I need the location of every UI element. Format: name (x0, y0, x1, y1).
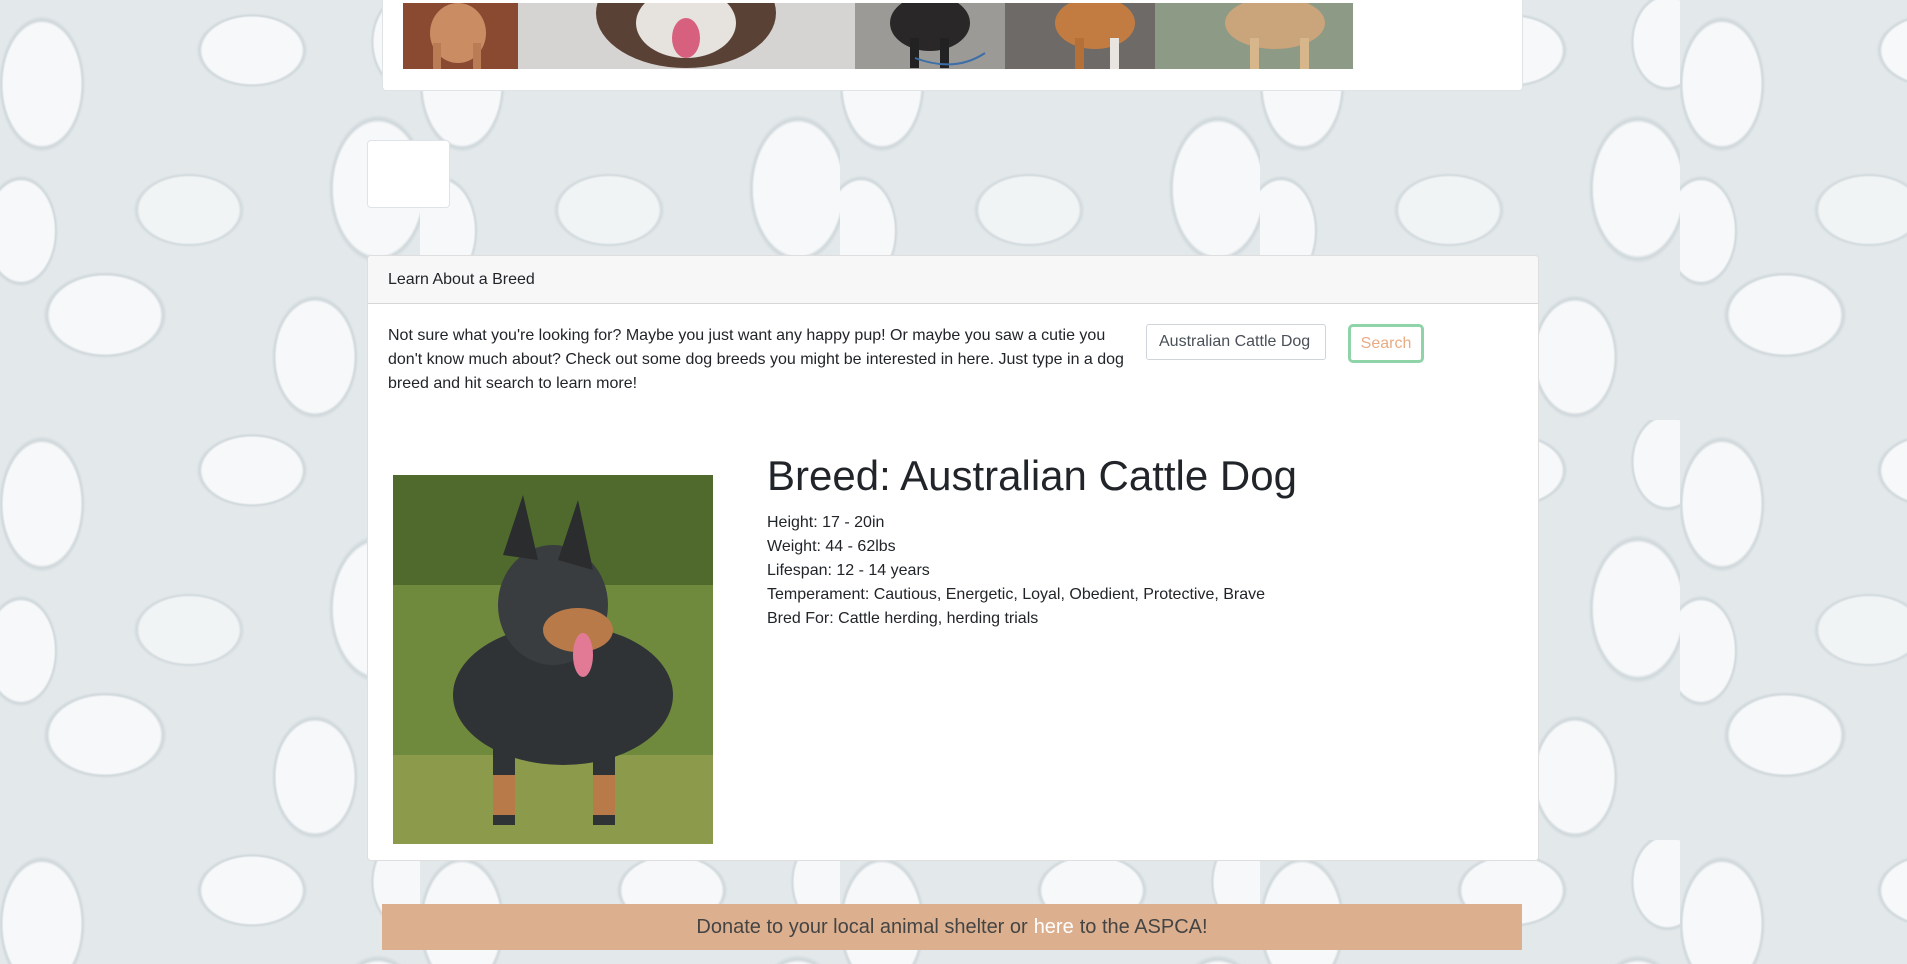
card-header: Learn About a Breed (368, 256, 1538, 304)
blank-panel (367, 140, 450, 208)
search-button[interactable]: Search (1348, 324, 1424, 363)
breed-title: Breed: Australian Cattle Dog (767, 452, 1297, 499)
breed-height: Height: 17 - 20in (767, 514, 885, 531)
dog-photo-5 (1155, 3, 1353, 69)
dog-photo-2 (518, 3, 855, 69)
dog-gallery-card (382, 0, 1523, 91)
breed-bred-for: Bred For: Cattle herding, herding trials (767, 610, 1039, 627)
donate-text-after: to the ASPCA! (1079, 915, 1208, 938)
aspca-link[interactable]: here (1034, 916, 1074, 939)
breed-info: Breed: Australian Cattle Dog Height: 17 … (767, 451, 1297, 631)
intro-text: Not sure what you're looking for? Maybe … (388, 327, 1124, 392)
breed-card: Learn About a Breed Not sure what you're… (367, 255, 1539, 861)
breed-photo (393, 475, 713, 844)
dog-photo-4 (1005, 3, 1155, 69)
breed-temperament: Temperament: Cautious, Energetic, Loyal,… (767, 586, 1266, 603)
breed-weight: Weight: 44 - 62lbs (767, 538, 896, 555)
breed-lifespan: Lifespan: 12 - 14 years (767, 562, 930, 579)
donate-text-before: Donate to your local animal shelter or (696, 915, 1028, 938)
dog-photo-1 (403, 3, 518, 69)
donate-banner: Donate to your local animal shelter or h… (382, 904, 1522, 950)
breed-search-input[interactable] (1146, 324, 1326, 360)
dog-photo-strip (403, 3, 1353, 69)
dog-photo-3 (855, 3, 1005, 69)
